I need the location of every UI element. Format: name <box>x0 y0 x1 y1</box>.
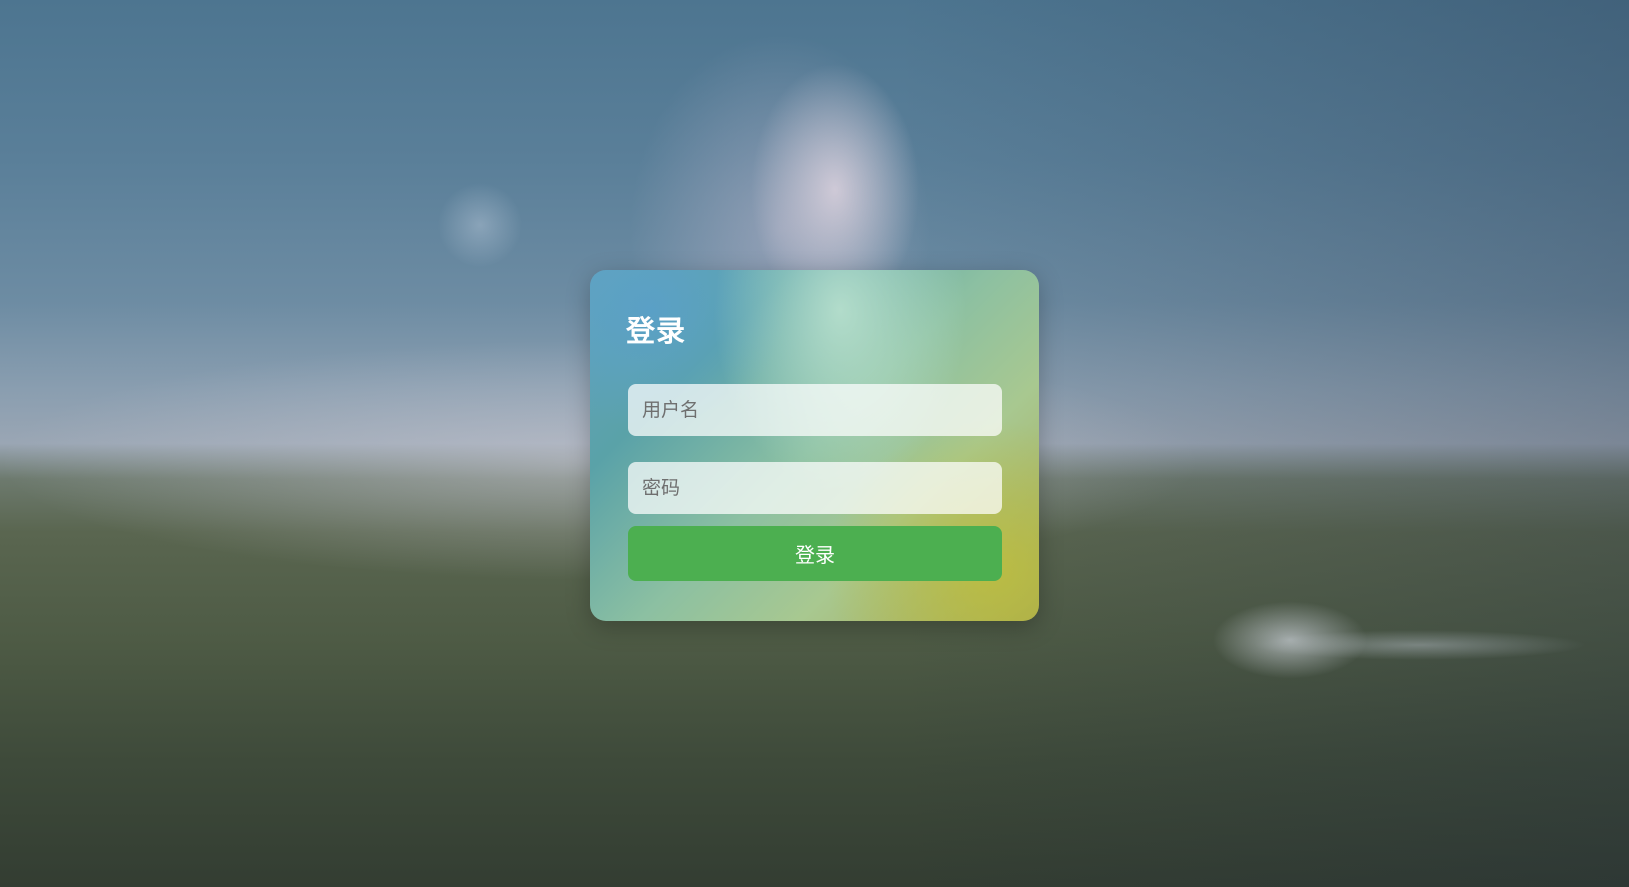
username-input[interactable] <box>628 384 1002 436</box>
login-button[interactable]: 登录 <box>628 526 1002 581</box>
login-page: 登录 登录 <box>0 0 1629 887</box>
login-title: 登录 <box>626 314 687 348</box>
password-input[interactable] <box>628 462 1002 514</box>
login-card: 登录 登录 <box>590 270 1039 621</box>
